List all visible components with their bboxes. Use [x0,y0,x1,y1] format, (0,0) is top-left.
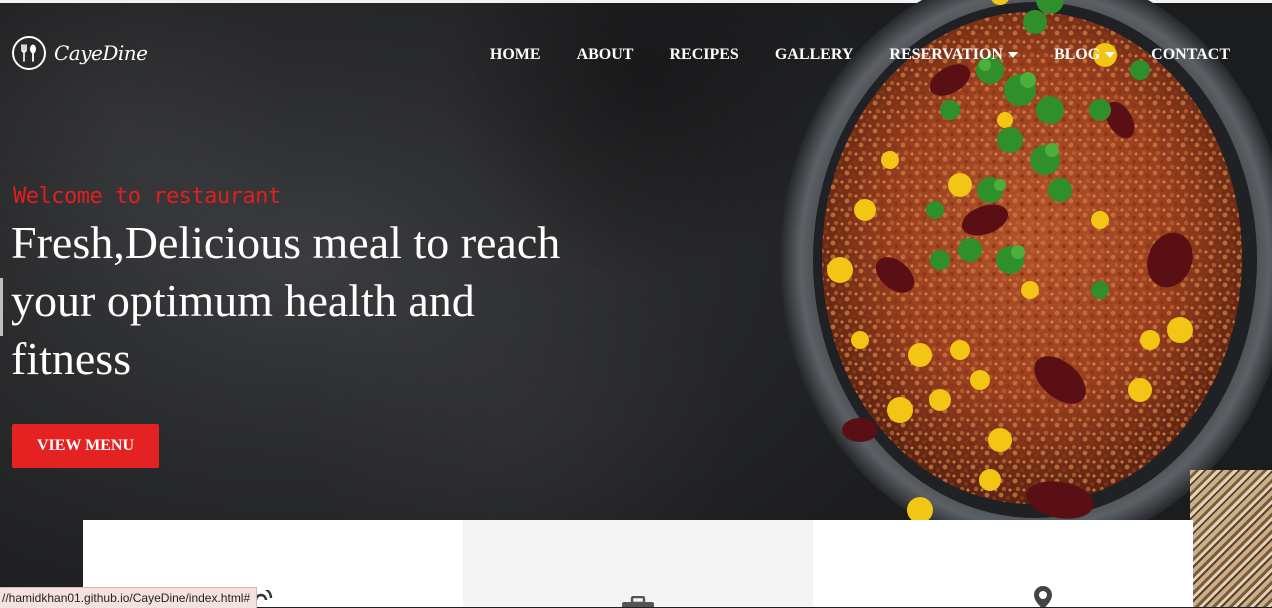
clock-icon [622,596,654,607]
info-card-location [813,520,1193,607]
fork-spoon-icon [12,36,46,70]
nav-home[interactable]: HOME [472,44,559,66]
info-card-hours [463,520,813,607]
brand-logo[interactable]: CayeDine [12,36,148,70]
brand-name: CayeDine [54,41,148,65]
hero-section: CayeDine HOME ABOUT RECIPES GALLERY RESE… [0,0,1272,607]
caret-down-icon [1105,52,1116,58]
side-slider-tab[interactable] [0,278,3,336]
nav-blog[interactable]: BLOG [1036,44,1133,66]
nav-recipes[interactable]: RECIPES [651,44,756,66]
location-pin-icon [1034,586,1052,607]
napkin-image [1190,470,1272,607]
nav-about[interactable]: ABOUT [559,44,652,66]
nav-reservation[interactable]: RESERVATION [871,44,1036,66]
nav-gallery[interactable]: GALLERY [757,44,872,66]
view-menu-button[interactable]: VIEW MENU [12,424,159,468]
browser-status-url: //hamidkhan01.github.io/CayeDine/index.h… [0,587,258,608]
welcome-text: Welcome to restaurant [13,184,281,209]
hero-headline: Fresh,Delicious meal to reach your optim… [11,217,561,384]
caret-down-icon [1007,52,1018,58]
nav-contact[interactable]: CONTACT [1133,44,1248,66]
main-nav: HOME ABOUT RECIPES GALLERY RESERVATION B… [472,44,1248,66]
